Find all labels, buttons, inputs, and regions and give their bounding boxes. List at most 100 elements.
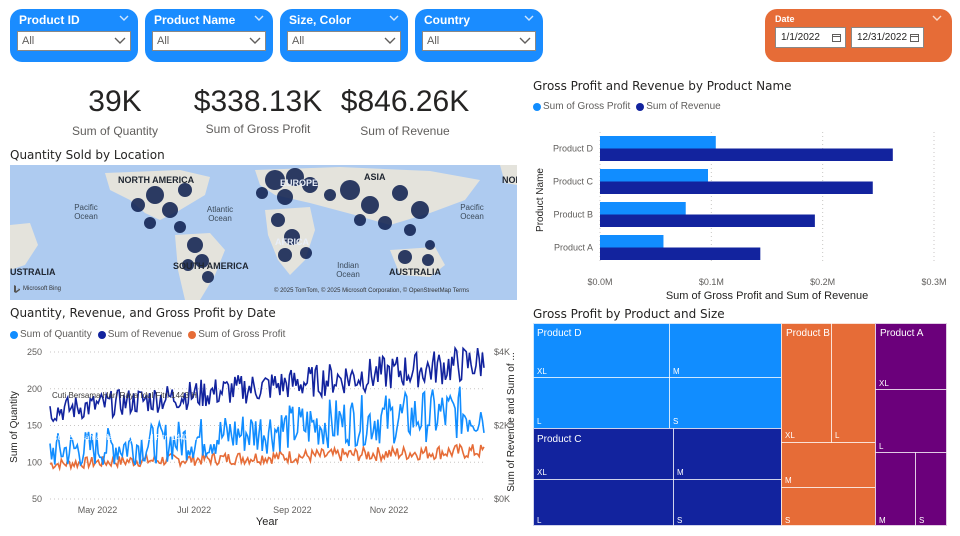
line-annotation: Cuti Bersama Hari Raya Idul Fitri 1443 H [52, 391, 197, 400]
chevron-down-icon[interactable] [253, 12, 265, 24]
map-attribution[interactable]: © 2025 TomTom, © 2025 Microsoft Corporat… [274, 288, 469, 294]
legend-dot-icon [97, 330, 106, 339]
slicer-label: Product ID [19, 13, 80, 27]
treemap-cell-d-l[interactable] [533, 377, 670, 429]
map-label-indian: Indian Ocean [336, 261, 360, 279]
treemap-size-label: M [673, 367, 680, 376]
bar-mark [600, 235, 664, 248]
treemap-cell-d-xl[interactable] [533, 323, 670, 378]
treemap-cell-c-s[interactable] [673, 479, 782, 526]
treemap-title: Gross Profit by Product and Size [533, 307, 725, 321]
bar-category-label: Product A [554, 243, 593, 253]
bar-mark [600, 214, 815, 227]
slicer-country[interactable]: Country All [415, 9, 543, 62]
bar-category-label: Product C [553, 177, 594, 187]
slicer-label: Date [775, 14, 795, 24]
chevron-down-icon [249, 37, 261, 44]
slicer-label: Size, Color [289, 13, 352, 27]
treemap-size-label: L [835, 431, 840, 440]
slicer-label: Product Name [154, 13, 236, 27]
treemap-cell-a-m[interactable] [875, 452, 916, 526]
slicer-size-color[interactable]: Size, Color All [280, 9, 408, 62]
treemap-cell-a-s[interactable] [915, 452, 947, 526]
chevron-down-icon[interactable] [931, 12, 943, 24]
legend-item-gross-profit[interactable]: Sum of Gross Profit [533, 101, 630, 112]
treemap-cell-c-xl[interactable] [533, 428, 674, 480]
treemap-visual: Product D XL M L S Product C XL M L S Pr… [533, 323, 947, 526]
map-canvas [10, 165, 517, 300]
treemap-size-label: S [919, 516, 925, 525]
legend-label: Sum of Quantity [20, 329, 92, 340]
legend-label: Sum of Gross Profit [198, 329, 286, 340]
map-visual[interactable]: NORTH AMERICA EUROPE ASIA AFRICA SOUTH A… [10, 165, 517, 300]
chevron-down-icon [519, 37, 531, 44]
line-chart-legend: Sum of Quantity Sum of Revenue Sum of Gr… [10, 329, 288, 340]
slicer-dropdown[interactable]: All [152, 31, 266, 51]
map-label-australia-west: USTRALIA [10, 267, 56, 277]
kpi-value: 39K [88, 85, 142, 118]
treemap-cell-a-l[interactable] [875, 389, 947, 453]
bar-chart-svg: Product Name Sum of Gross Profit and Sum… [535, 132, 947, 302]
chevron-down-icon[interactable] [523, 12, 535, 24]
treemap-cell-d-m[interactable] [669, 323, 782, 378]
date-start-value: 1/1/2022 [781, 32, 820, 43]
slicer-dropdown[interactable]: All [287, 31, 401, 51]
kpi-value: $846.26K [340, 85, 470, 118]
map-label-pacific: Pacific Ocean [74, 203, 98, 221]
treemap-cell-b-xl[interactable] [781, 323, 832, 443]
legend-dot-icon [533, 102, 541, 111]
bar-chart-title: Gross Profit and Revenue by Product Name [533, 79, 792, 93]
line-y-tick-label: 100 [27, 457, 42, 467]
legend-label: Sum of Gross Profit [543, 101, 631, 112]
treemap-cell-c-l[interactable] [533, 479, 674, 526]
date-end-input[interactable]: 12/31/2022 [851, 27, 924, 48]
treemap-cell-b-s[interactable] [781, 487, 876, 526]
slicer-dropdown[interactable]: All [422, 31, 536, 51]
bar-x-tick-label: $0.2M [810, 277, 835, 287]
line-y2-tick-label: $4K [494, 347, 510, 357]
treemap-size-label: S [673, 417, 679, 426]
calendar-icon[interactable] [910, 33, 919, 42]
treemap-size-label: XL [537, 367, 547, 376]
map-label-north-edge: NOR [502, 175, 517, 185]
treemap-cell-c-m[interactable] [673, 428, 782, 480]
slicer-date[interactable]: Date 1/1/2022 12/31/2022 [765, 9, 952, 62]
slicer-dropdown[interactable]: All [17, 31, 131, 51]
legend-item-quantity[interactable]: Sum of Quantity [10, 329, 92, 340]
line-y-tick-label: 250 [27, 347, 42, 357]
map-label-australia: AUSTRALIA [389, 267, 441, 277]
kpi-card-revenue: $846.26K Sum of Revenue [335, 85, 475, 139]
legend-item-revenue[interactable]: Sum of Revenue [97, 329, 182, 340]
line-x-tick-label: Sep 2022 [273, 505, 312, 515]
line-y-tick-label: 50 [32, 494, 42, 504]
treemap-size-label: XL [785, 431, 795, 440]
treemap-size-label: XL [537, 468, 547, 477]
map-label-asia: ASIA [364, 172, 386, 182]
bar-mark [600, 202, 686, 215]
kpi-card-gross-profit: $338.13K Sum of Gross Profit [188, 86, 328, 137]
line-y-tick-label: 150 [27, 421, 42, 431]
treemap-cell-b-m[interactable] [781, 442, 876, 488]
bar-y-axis-title: Product Name [535, 168, 546, 232]
treemap-size-label: L [537, 417, 542, 426]
legend-item-gross-profit[interactable]: Sum of Gross Profit [188, 329, 285, 340]
calendar-icon[interactable] [832, 33, 841, 42]
treemap-cell-b-l[interactable] [831, 323, 876, 443]
bar-category-label: Product D [553, 144, 594, 154]
slicer-product-id[interactable]: Product ID All [10, 9, 138, 62]
date-start-input[interactable]: 1/1/2022 [775, 27, 846, 48]
map-label-south-america: SOUTH AMERICA [173, 261, 249, 271]
bar-x-axis-title: Sum of Gross Profit and Sum of Revenue [666, 290, 868, 302]
treemap-size-label: M [785, 476, 792, 485]
chevron-down-icon[interactable] [388, 12, 400, 24]
slicer-product-name[interactable]: Product Name All [145, 9, 273, 62]
line-annotation: Cuti Bersama Hari Raya Idul Fitri 1443 H [52, 433, 197, 442]
legend-item-revenue[interactable]: Sum of Revenue [636, 101, 721, 112]
treemap-size-label: M [879, 516, 886, 525]
legend-dot-icon [188, 330, 197, 339]
treemap-cell-d-s[interactable] [669, 377, 782, 429]
chevron-down-icon[interactable] [118, 12, 130, 24]
line-y-tick-label: 200 [27, 384, 42, 394]
line-y2-tick-label: $0K [494, 494, 510, 504]
bar-chart-legend: Sum of Gross Profit Sum of Revenue [533, 101, 724, 112]
